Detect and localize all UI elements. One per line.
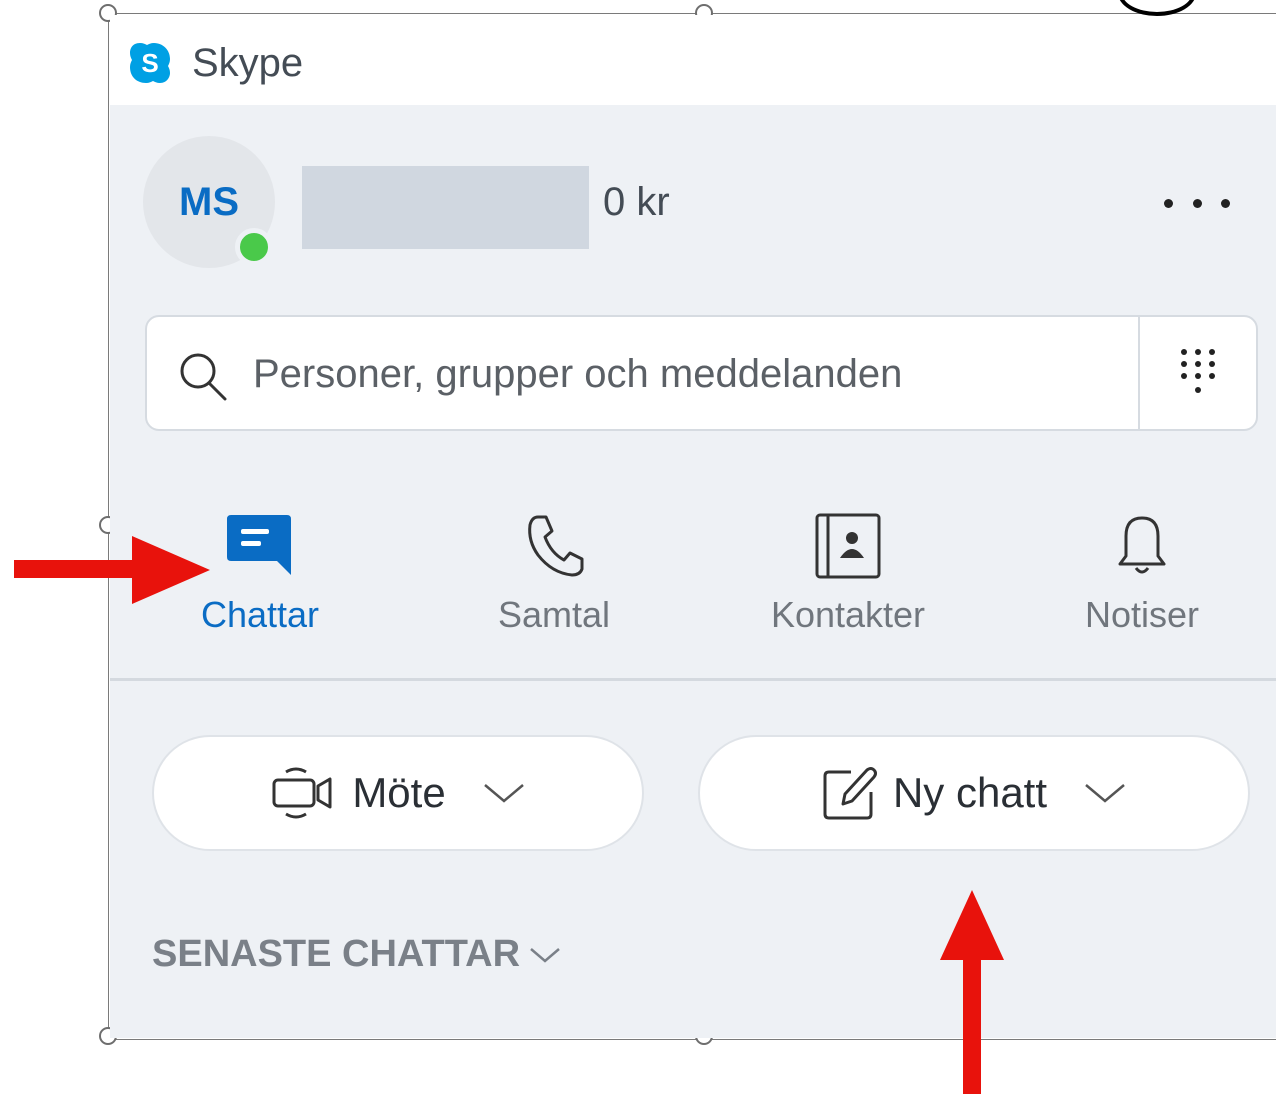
new-chat-label: Ny chatt xyxy=(892,769,1048,816)
tab-samtal[interactable]: Samtal xyxy=(424,510,684,640)
more-dot-icon xyxy=(1221,198,1230,208)
tab-label: Kontakter xyxy=(770,594,926,635)
dialpad-button[interactable] xyxy=(1138,317,1256,429)
dialpad-icon xyxy=(1181,349,1215,393)
chevron-down-icon xyxy=(1085,784,1125,803)
avatar-initials: MS xyxy=(179,179,239,224)
profile-name-redacted[interactable] xyxy=(302,166,589,249)
chevron-down-icon xyxy=(530,947,560,963)
presence-online-indicator xyxy=(235,228,273,266)
phone-icon xyxy=(528,515,584,577)
recent-chats-label: SENASTE CHATTAR xyxy=(152,933,521,975)
chevron-down-icon xyxy=(483,784,524,803)
section-divider xyxy=(110,678,1276,681)
search-input[interactable] xyxy=(251,337,1125,411)
tab-notiser[interactable]: Notiser xyxy=(1012,510,1272,640)
more-dot-icon xyxy=(1192,198,1202,208)
contacts-icon xyxy=(815,513,881,579)
tab-label: Samtal xyxy=(497,594,611,635)
recent-chats-header[interactable]: SENASTE CHATTAR xyxy=(152,933,562,976)
search-box xyxy=(145,315,1258,431)
video-meeting-icon xyxy=(272,767,332,819)
skype-logo-icon: S xyxy=(130,43,170,83)
more-dot-icon xyxy=(1164,198,1173,208)
search-icon xyxy=(180,353,227,401)
skype-credit[interactable]: 0 kr xyxy=(603,180,670,225)
skype-window: S Skype MS 0 kr Personer, grupper och me… xyxy=(110,15,1276,1038)
bell-icon xyxy=(1118,516,1166,574)
tab-label: Notiser xyxy=(1084,594,1200,635)
compose-icon xyxy=(823,767,877,820)
annotation-arrow-right xyxy=(14,536,210,604)
app-title: Skype xyxy=(192,41,304,85)
title-bar: S Skype xyxy=(110,15,1276,105)
tab-kontakter[interactable]: Kontakter xyxy=(718,510,978,640)
chat-icon xyxy=(227,515,291,575)
annotation-arrow-up xyxy=(940,890,1004,1094)
skype-logo-letter: S xyxy=(141,48,158,78)
more-options-button[interactable] xyxy=(1158,185,1236,221)
meeting-label: Möte xyxy=(352,769,446,816)
meeting-button[interactable]: Möte xyxy=(152,735,644,851)
new-chat-button[interactable]: Ny chatt xyxy=(698,735,1250,851)
